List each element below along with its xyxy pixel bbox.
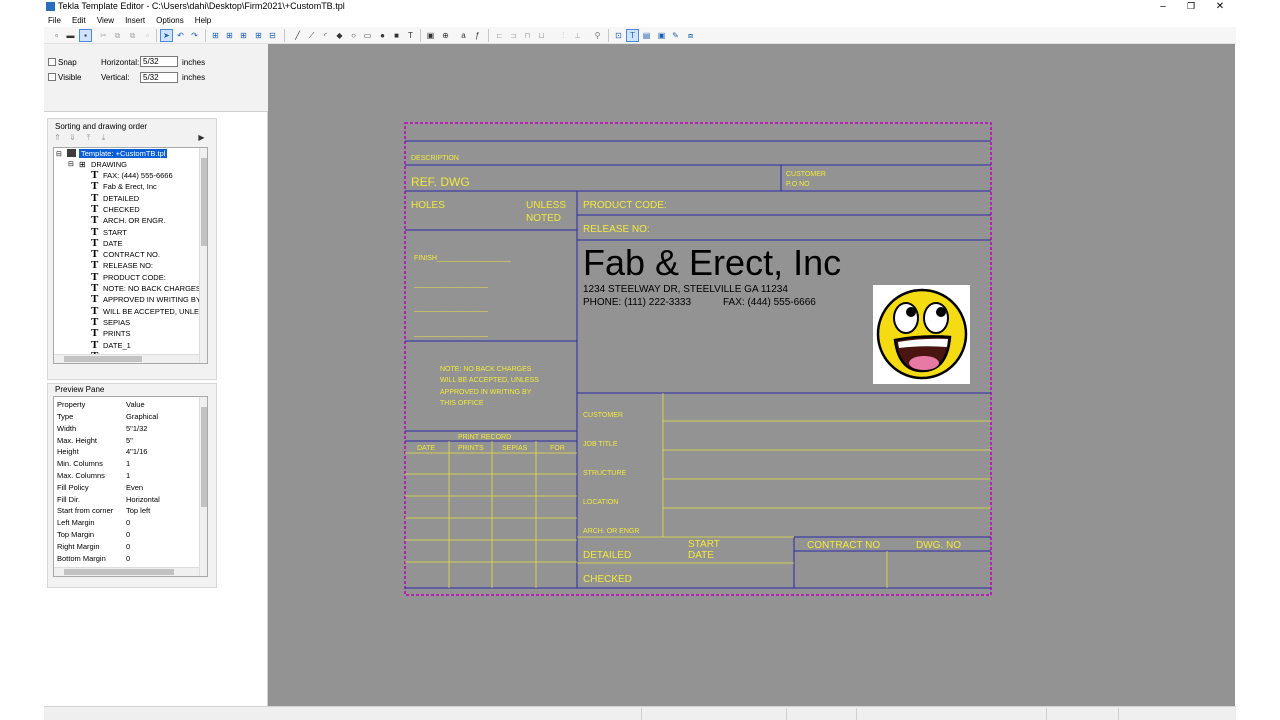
customer-label[interactable]: CUSTOMER <box>583 412 623 419</box>
release-no-label[interactable]: RELEASE NO: <box>583 224 650 235</box>
finish-line-3[interactable]: ___________________ <box>413 330 488 337</box>
company-name[interactable]: Fab & Erect, Inc <box>583 242 841 283</box>
status-bar <box>44 706 1236 720</box>
holes-label[interactable]: HOLES <box>411 200 445 211</box>
pr-prints-header[interactable]: PRINTS <box>458 445 484 452</box>
customer-po-label-2[interactable]: P.O NO <box>786 181 810 188</box>
job-title-label[interactable]: JOB TITLE <box>583 441 618 448</box>
pr-sepias-header[interactable]: SEPIAS <box>502 445 528 452</box>
company-fax[interactable]: FAX: (444) 555-6666 <box>723 297 816 308</box>
title-block-drawing[interactable]: DESCRIPTION REF. DWG CUSTOMER P.O NO HOL… <box>0 0 1280 720</box>
noted-label[interactable]: NOTED <box>526 213 561 224</box>
location-label[interactable]: LOCATION <box>583 499 618 506</box>
customer-po-label-1[interactable]: CUSTOMER <box>786 171 826 178</box>
unless-label[interactable]: UNLESS <box>526 200 566 211</box>
start-label[interactable]: START <box>688 539 720 550</box>
note-line-2[interactable]: WILL BE ACCEPTED, UNLESS <box>440 377 539 384</box>
checked-label[interactable]: CHECKED <box>583 574 632 585</box>
date-label[interactable]: DATE <box>688 550 714 561</box>
pr-for-header[interactable]: FOR <box>550 445 565 452</box>
dwg-no-label[interactable]: DWG. NO <box>916 540 961 551</box>
arch-engr-label[interactable]: ARCH. OR ENGR <box>583 528 639 535</box>
company-address[interactable]: 1234 STEELWAY DR, STEELVILLE GA 11234 <box>583 284 788 295</box>
finish-line-1[interactable]: ___________________ <box>413 281 488 288</box>
pr-date-header[interactable]: DATE <box>417 445 435 452</box>
finish-label[interactable]: FINISH___________________ <box>414 255 511 262</box>
note-line-4[interactable]: THIS OFFICE <box>440 400 484 407</box>
ref-dwg-label[interactable]: REF. DWG <box>411 175 470 189</box>
smiley-face-icon <box>876 288 968 380</box>
structure-label[interactable]: STRUCTURE <box>583 470 626 477</box>
finish-line-2[interactable]: ___________________ <box>413 305 488 312</box>
company-phone[interactable]: PHONE: (111) 222-3333 <box>583 297 691 308</box>
note-line-3[interactable]: APPROVED IN WRITING BY <box>440 389 532 396</box>
detailed-label[interactable]: DETAILED <box>583 550 631 561</box>
description-label[interactable]: DESCRIPTION <box>411 155 459 162</box>
print-record-label[interactable]: PRINT RECORD <box>458 434 511 441</box>
logo-picture[interactable] <box>873 285 970 384</box>
note-line-1[interactable]: NOTE: NO BACK CHARGES <box>440 366 532 373</box>
contract-no-label[interactable]: CONTRACT NO <box>807 540 880 551</box>
product-code-label[interactable]: PRODUCT CODE: <box>583 200 667 211</box>
